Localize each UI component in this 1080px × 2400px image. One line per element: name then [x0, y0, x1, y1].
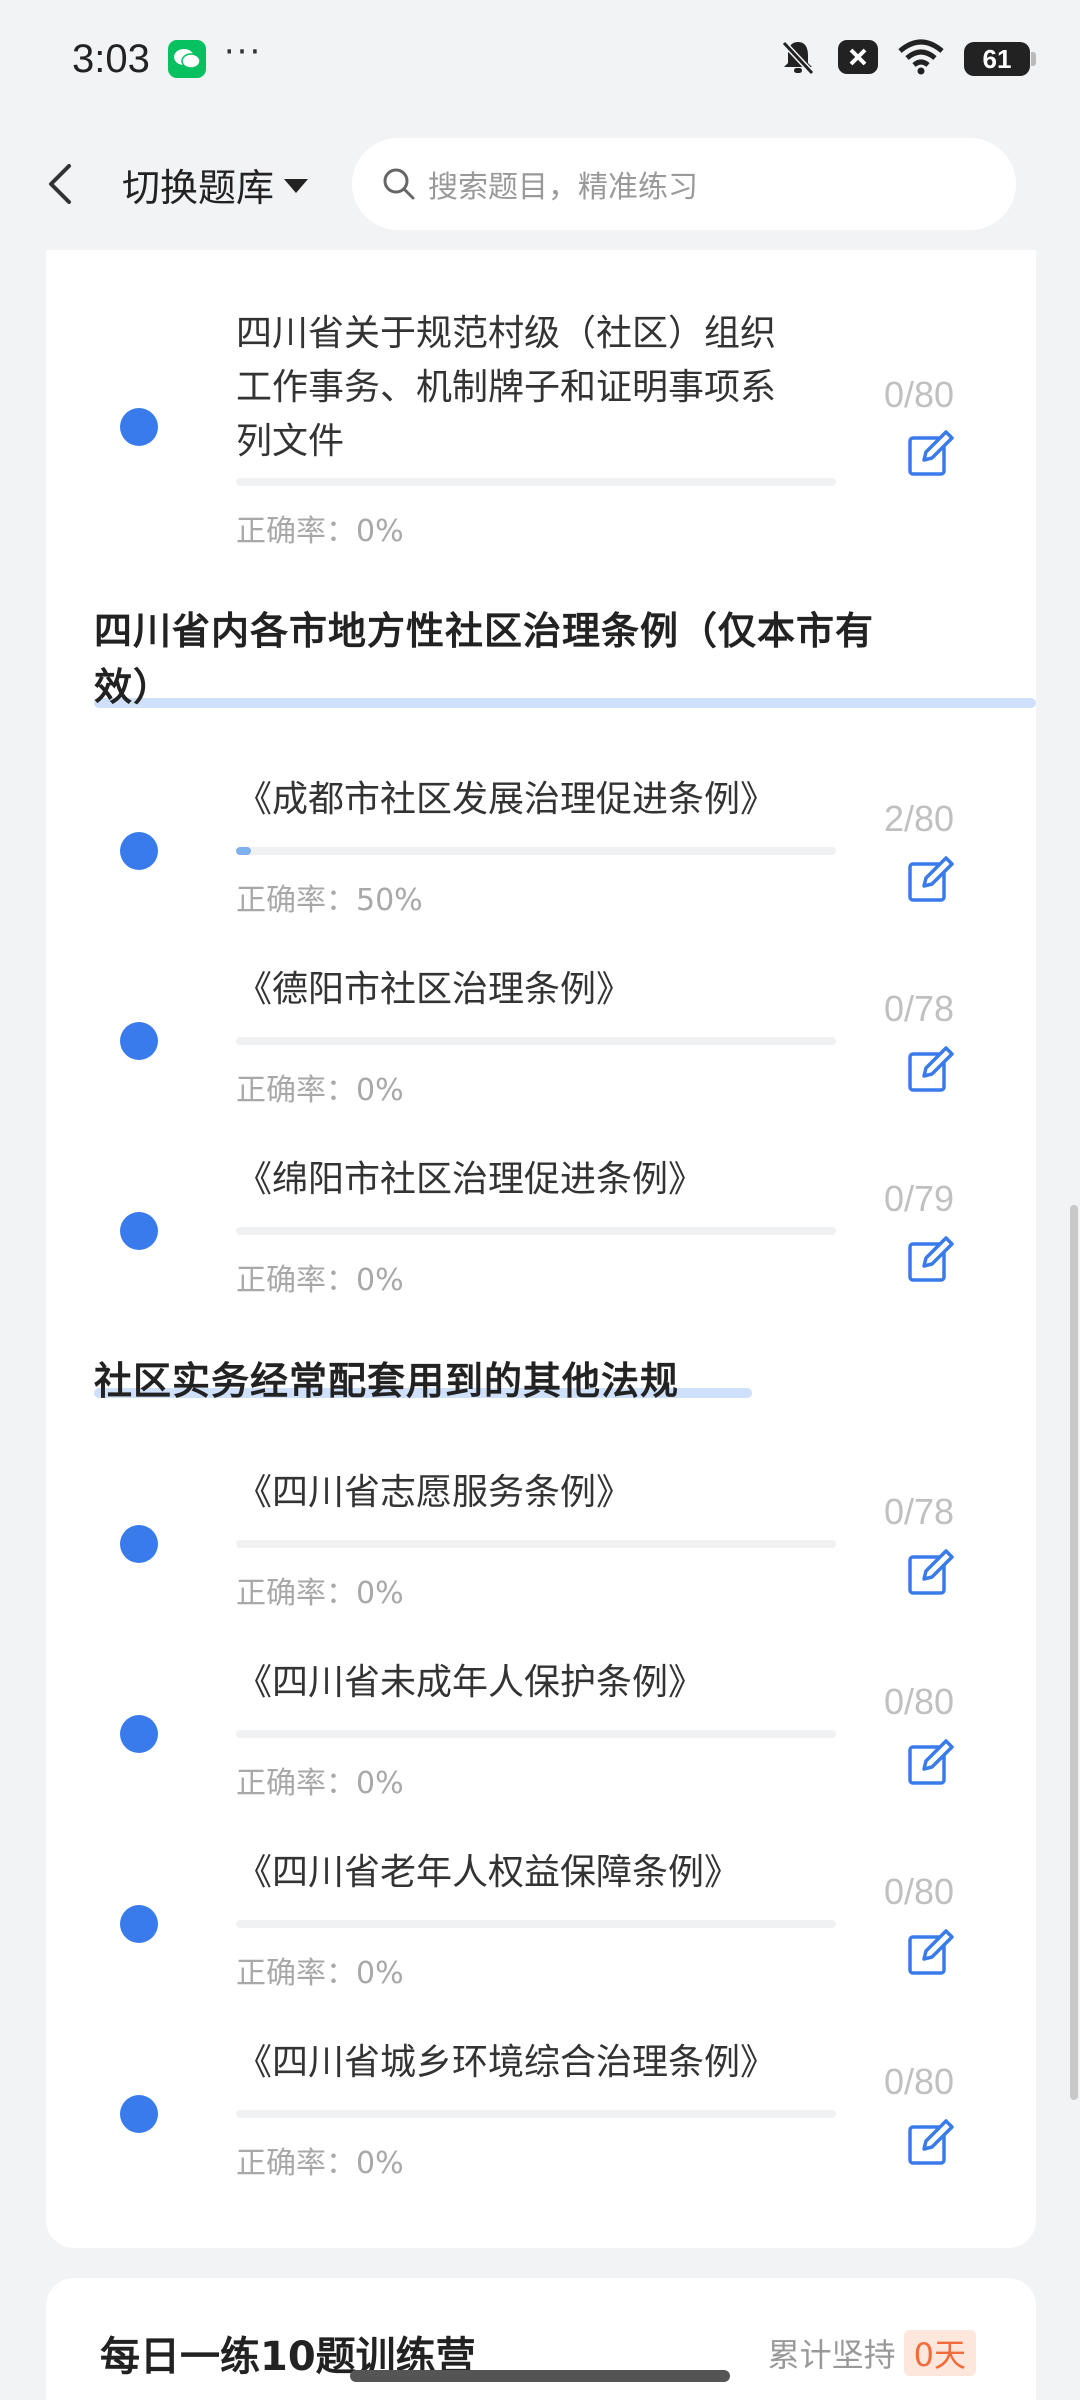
question-count: 0/80	[883, 2061, 955, 2102]
caret-down-icon	[284, 179, 309, 193]
status-left: 3:03 ···	[72, 32, 262, 82]
edit-icon[interactable]	[906, 1549, 954, 1597]
item-dot	[120, 1212, 158, 1250]
section-title-line: 四川省内各市地方性社区治理条例（仅本市有	[94, 609, 875, 653]
progress-fill	[236, 847, 251, 855]
streak-info: 累计坚持 0天	[768, 2330, 976, 2376]
progress-bar	[236, 1730, 836, 1738]
question-count: 0/78	[883, 988, 955, 1029]
edit-icon[interactable]	[906, 1739, 954, 1787]
question-count: 0/80	[883, 374, 955, 415]
item-title: 《绵阳市社区治理促进条例》	[236, 1159, 705, 1200]
item-title: 《成都市社区发展治理促进条例》	[236, 779, 777, 820]
item-title: 四川省关于规范村级（社区）组织 工作事务、机制牌子和证明事项系 列文件	[236, 307, 836, 469]
chevron-left-icon	[49, 164, 71, 204]
mute-bell-icon	[778, 37, 818, 81]
section-title-line: 效）	[94, 665, 173, 709]
accuracy-rate: 正确率：50%	[236, 883, 423, 918]
edit-icon[interactable]	[906, 1046, 954, 1094]
home-indicator[interactable]	[350, 2370, 730, 2382]
progress-bar	[236, 2110, 836, 2118]
accuracy-rate: 正确率：0%	[236, 1263, 404, 1298]
back-button[interactable]	[26, 144, 96, 224]
item-title: 《四川省未成年人保护条例》	[236, 1662, 705, 1703]
list-item[interactable]: 《德阳市社区治理条例》 正确率：0% 0/78	[46, 950, 1036, 1140]
progress-bar	[236, 1540, 836, 1548]
item-title: 《四川省城乡环境综合治理条例》	[236, 2042, 777, 2083]
list-item[interactable]: 《四川省未成年人保护条例》 正确率：0% 0/80	[46, 1643, 1036, 1833]
progress-bar	[236, 478, 836, 486]
progress-bar	[236, 847, 836, 855]
item-title-line: 工作事务、机制牌子和证明事项系	[236, 367, 777, 408]
battery-icon: 61	[964, 42, 1036, 76]
edit-icon[interactable]	[906, 2119, 954, 2167]
chapter-list-card: 四川省关于规范村级（社区）组织 工作事务、机制牌子和证明事项系 列文件 正确率：…	[46, 250, 1036, 2248]
switch-bank-label: 切换题库	[122, 165, 275, 210]
list-item[interactable]: 《四川省老年人权益保障条例》 正确率：0% 0/80	[46, 1833, 1036, 2023]
item-dot	[120, 2095, 158, 2133]
accuracy-rate: 正确率：0%	[236, 1576, 404, 1611]
progress-bar	[236, 1920, 836, 1928]
accuracy-rate: 正确率：0%	[236, 1956, 404, 1991]
list-item[interactable]: 《成都市社区发展治理促进条例》 正确率：50% 2/80	[46, 760, 1036, 950]
item-title: 《四川省志愿服务条例》	[236, 1472, 633, 1513]
item-dot	[120, 408, 158, 446]
item-dot	[120, 1715, 158, 1753]
item-dot	[120, 832, 158, 870]
streak-label: 累计坚持	[767, 2336, 896, 2374]
question-count: 2/80	[883, 798, 955, 839]
wifi-icon	[898, 39, 944, 79]
item-title-line: 四川省关于规范村级（社区）组织	[236, 313, 777, 354]
progress-bar	[236, 1227, 836, 1235]
progress-bar	[236, 1037, 836, 1045]
accuracy-rate: 正确率：0%	[236, 1766, 404, 1801]
switch-question-bank-button[interactable]: 切换题库	[122, 157, 309, 212]
accuracy-rate: 正确率：0%	[236, 2146, 404, 2181]
question-count: 0/78	[883, 1491, 955, 1532]
scrollbar[interactable]	[1070, 1205, 1078, 2100]
item-title-line: 列文件	[236, 421, 345, 462]
edit-icon[interactable]	[906, 430, 954, 478]
status-bar: 3:03 ··· 61	[0, 0, 1080, 118]
wechat-icon	[167, 40, 206, 78]
item-dot	[120, 1022, 158, 1060]
list-item[interactable]: 《四川省志愿服务条例》 正确率：0% 0/78	[46, 1453, 1036, 1643]
question-count: 0/79	[883, 1178, 955, 1219]
list-item[interactable]: 四川省关于规范村级（社区）组织 工作事务、机制牌子和证明事项系 列文件 正确率：…	[46, 250, 1036, 550]
edit-icon[interactable]	[906, 1236, 954, 1284]
question-count: 0/80	[883, 1871, 955, 1912]
edit-icon[interactable]	[906, 1929, 954, 1977]
close-box-icon	[838, 40, 878, 78]
item-title: 《四川省老年人权益保障条例》	[236, 1852, 741, 1893]
edit-icon[interactable]	[906, 856, 954, 904]
more-notifications-icon: ···	[223, 32, 263, 72]
status-right: 61	[778, 37, 1036, 81]
list-item[interactable]: 《四川省城乡环境综合治理条例》 正确率：0% 0/80	[46, 2023, 1036, 2213]
search-input[interactable]: 搜索题目，精准练习	[352, 138, 1017, 230]
status-time: 3:03	[72, 36, 150, 81]
list-item[interactable]: 《绵阳市社区治理促进条例》 正确率：0% 0/79	[46, 1140, 1036, 1330]
header: 切换题库 搜索题目，精准练习	[0, 118, 1080, 250]
item-title: 《德阳市社区治理条例》	[236, 969, 633, 1010]
search-placeholder: 搜索题目，精准练习	[428, 170, 699, 205]
question-count: 0/80	[883, 1681, 955, 1722]
section-title: 四川省内各市地方性社区治理条例（仅本市有 效）	[94, 603, 874, 715]
section-title: 社区实务经常配套用到的其他法规	[94, 1359, 680, 1403]
item-dot	[120, 1525, 158, 1563]
item-dot	[120, 1905, 158, 1943]
accuracy-rate: 正确率：0%	[236, 514, 404, 549]
streak-days-badge: 0天	[903, 2330, 976, 2376]
accuracy-rate: 正确率：0%	[236, 1073, 404, 1108]
search-icon	[383, 168, 415, 200]
